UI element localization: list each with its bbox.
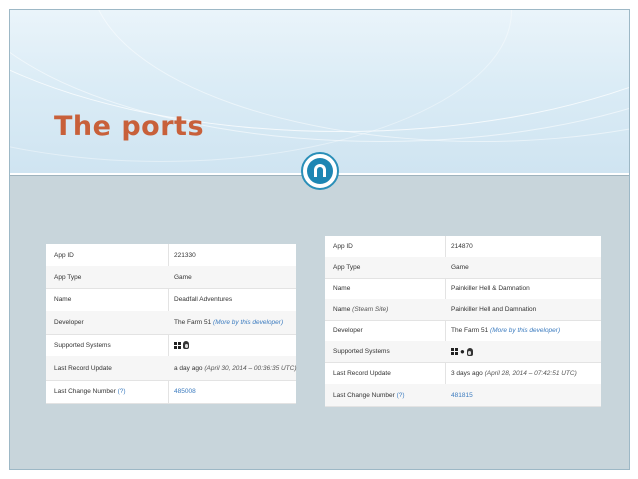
row-value: Painkiller Hell & Damnation bbox=[451, 285, 530, 292]
row-key-qualifier: (Steam Site) bbox=[352, 306, 389, 313]
windows-icon bbox=[174, 341, 181, 349]
update-timestamp: (April 30, 2014 – 00:36:35 UTC) bbox=[204, 364, 297, 372]
app-info-table-deadfall: App ID 221330 App Type Game Name Deadfal… bbox=[46, 244, 297, 404]
table-row-last-change-number: Last Change Number (?) 485008 bbox=[46, 380, 296, 404]
row-key: Last Record Update bbox=[333, 369, 391, 377]
table-row-last-record-update: Last Record Update 3 days ago (April 28,… bbox=[325, 362, 601, 385]
row-value: Game bbox=[451, 264, 469, 271]
table-row-supported-systems: Supported Systems bbox=[46, 334, 296, 357]
table-row-app-type: App Type Game bbox=[46, 266, 296, 289]
table-row-app-id: App ID 214870 bbox=[325, 236, 601, 258]
row-key: Name bbox=[333, 306, 351, 313]
row-value: Painkiller Hell and Damnation bbox=[451, 306, 537, 313]
table-row-developer: Developer The Farm 51 (More by this deve… bbox=[325, 320, 601, 342]
row-key: App Type bbox=[54, 273, 82, 281]
update-relative: 3 days ago bbox=[451, 369, 483, 377]
n-logo-icon bbox=[301, 152, 339, 190]
slide: The ports App ID 221330 App Type Game Na… bbox=[9, 9, 630, 470]
table-row-supported-systems: Supported Systems ● bbox=[325, 341, 601, 363]
slide-header: The ports bbox=[10, 10, 629, 174]
row-value: Deadfall Adventures bbox=[174, 296, 233, 303]
update-relative: a day ago bbox=[174, 364, 203, 372]
developer-name: The Farm 51 bbox=[174, 319, 212, 326]
linux-icon bbox=[183, 341, 189, 349]
update-timestamp: (April 28, 2014 – 07:42:51 UTC) bbox=[484, 369, 577, 377]
row-key: Developer bbox=[54, 319, 84, 326]
row-key: Supported Systems bbox=[54, 341, 111, 349]
row-key: Name bbox=[54, 296, 72, 303]
row-key: Last Record Update bbox=[54, 364, 112, 372]
row-key: Last Change Number bbox=[54, 388, 116, 395]
app-info-table-painkiller: App ID 214870 App Type Game Name Painkil… bbox=[325, 236, 601, 407]
row-value: 221330 bbox=[174, 251, 196, 259]
table-row-name: Name Painkiller Hell & Damnation bbox=[325, 278, 601, 300]
table-row-last-change-number: Last Change Number (?) 481815 bbox=[325, 384, 601, 407]
table-row-name-steam-site: Name (Steam Site) Painkiller Hell and Da… bbox=[325, 299, 601, 321]
linux-icon bbox=[466, 347, 473, 356]
table-row-last-record-update: Last Record Update a day ago (April 30, … bbox=[46, 356, 297, 381]
more-by-developer-link[interactable]: (More by this developer) bbox=[213, 319, 283, 326]
change-number-link[interactable]: 485008 bbox=[174, 380, 196, 403]
more-by-developer-link[interactable]: (More by this developer) bbox=[490, 327, 560, 334]
help-link[interactable]: (?) bbox=[397, 392, 405, 399]
help-link[interactable]: (?) bbox=[118, 388, 126, 395]
change-number-link[interactable]: 481815 bbox=[451, 384, 473, 406]
windows-icon bbox=[451, 348, 458, 355]
developer-name: The Farm 51 bbox=[451, 327, 489, 334]
row-value: 214870 bbox=[451, 243, 473, 250]
os-icons bbox=[174, 334, 189, 356]
table-row-name: Name Deadfall Adventures bbox=[46, 288, 296, 312]
table-row-app-type: App Type Game bbox=[325, 257, 601, 279]
row-key: App Type bbox=[333, 264, 361, 271]
slide-title: The ports bbox=[54, 111, 205, 142]
apple-icon: ● bbox=[460, 346, 465, 356]
row-key: Name bbox=[333, 285, 351, 292]
row-key: App ID bbox=[333, 243, 353, 250]
os-icons: ● bbox=[451, 341, 473, 362]
row-value: Game bbox=[174, 273, 192, 281]
row-key: Last Change Number bbox=[333, 391, 395, 399]
table-row-developer: Developer The Farm 51 (More by this deve… bbox=[46, 311, 296, 335]
row-key: Supported Systems bbox=[333, 348, 390, 355]
row-key: Developer bbox=[333, 327, 363, 334]
table-row-app-id: App ID 221330 bbox=[46, 244, 296, 267]
row-key: App ID bbox=[54, 251, 74, 259]
